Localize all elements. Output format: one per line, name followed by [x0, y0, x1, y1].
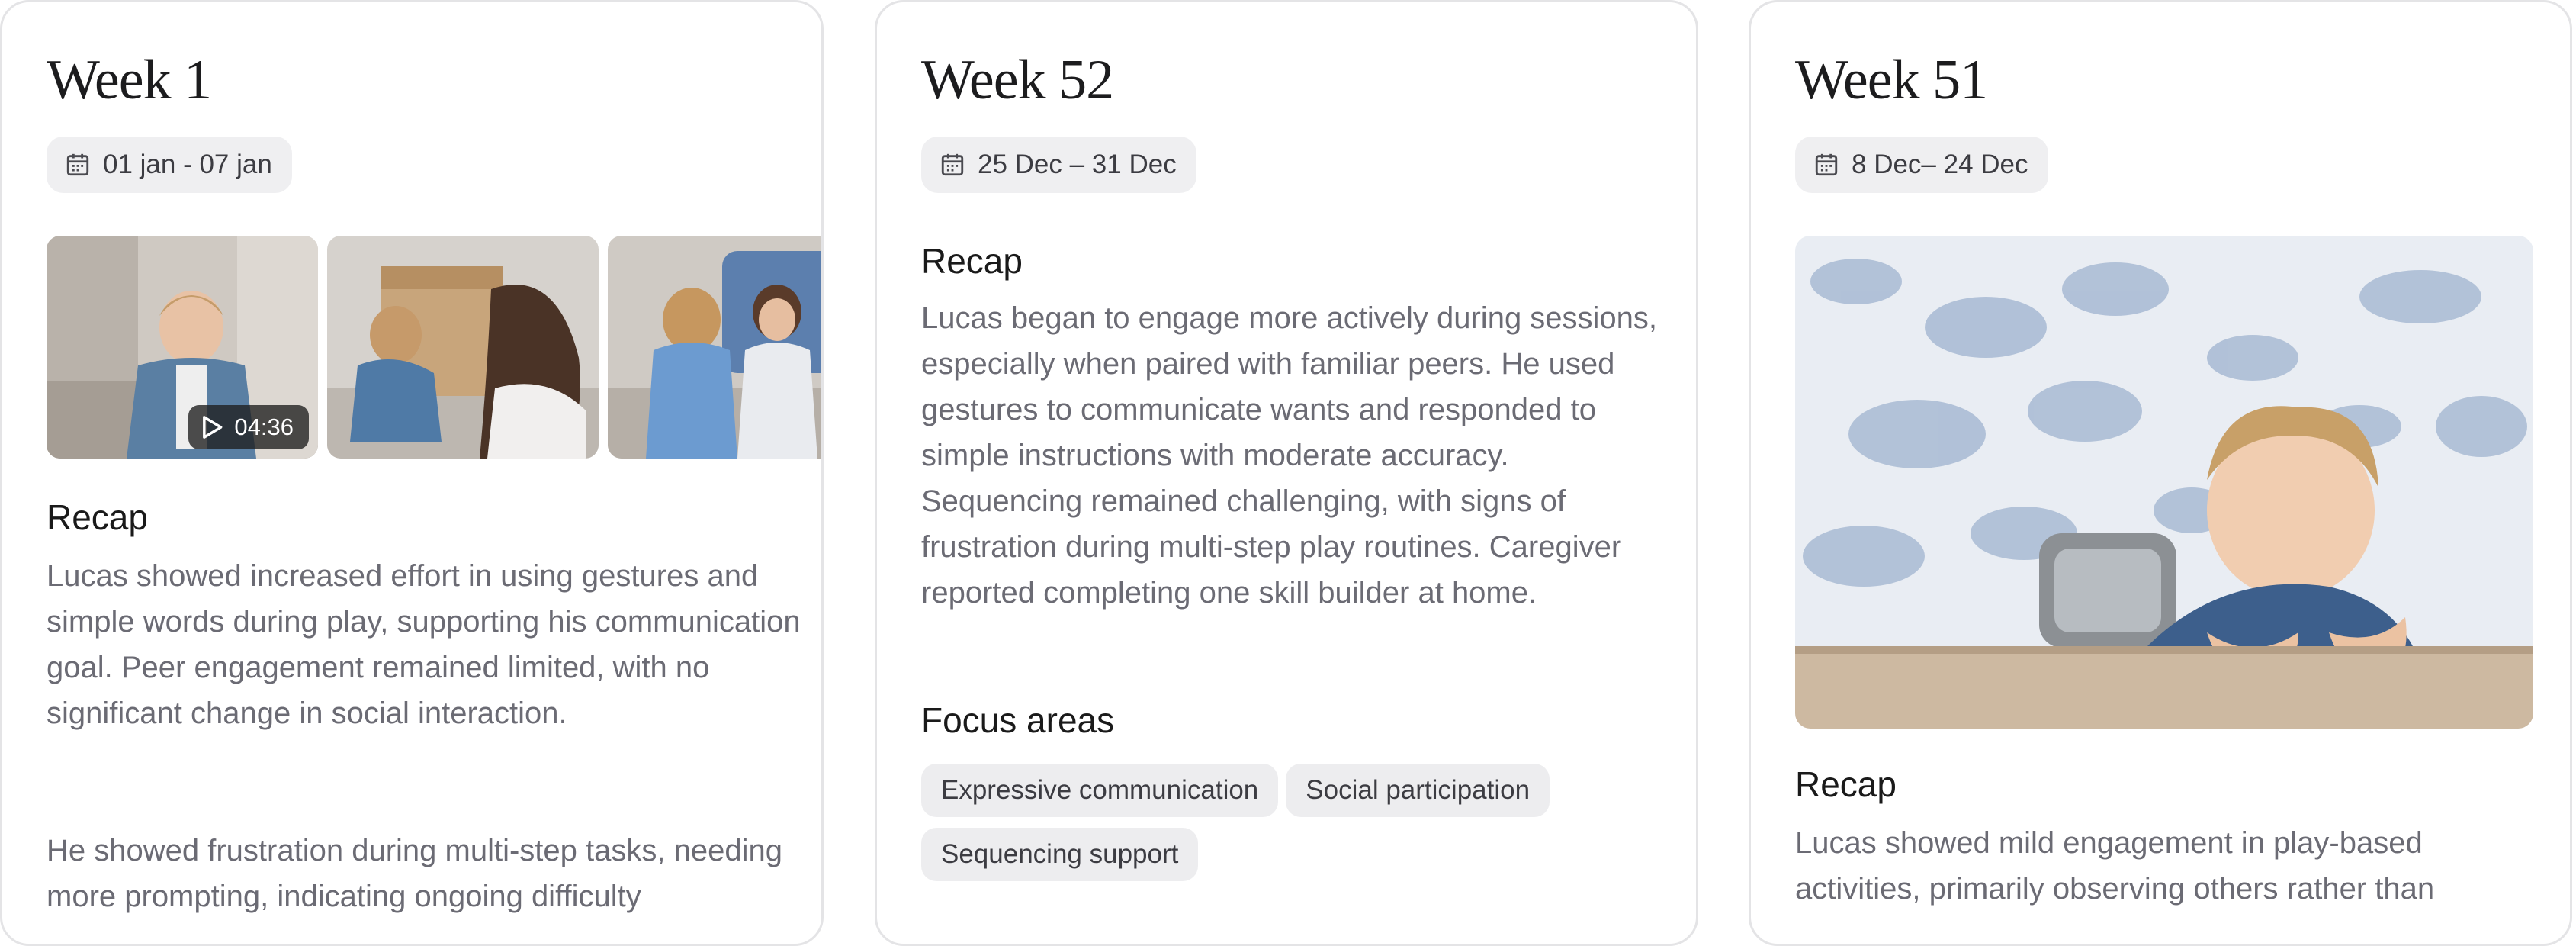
focus-areas-heading: Focus areas: [921, 700, 1115, 740]
week-title: Week 52: [921, 49, 1114, 111]
week-card-1[interactable]: Week 1 01 jan - 07 jan 04:36 Recap Lucas…: [0, 0, 824, 946]
focus-area-chip[interactable]: Social participation: [1286, 764, 1550, 817]
calendar-icon: [66, 153, 89, 176]
date-range-badge: 8 Dec– 24 Dec: [1795, 137, 2048, 193]
recap-text: Lucas began to engage more actively duri…: [921, 301, 1658, 610]
week-card-51[interactable]: Week 51 8 Dec– 24 Dec Recap Lucas showed…: [1749, 0, 2572, 946]
video-duration-badge: 04:36: [188, 405, 309, 449]
calendar-icon: [941, 153, 964, 176]
focus-areas-list: Expressive communication Social participa…: [921, 764, 1669, 892]
date-range-text: 25 Dec – 31 Dec: [978, 150, 1177, 179]
children-sitting-photo: [608, 236, 821, 459]
recap-text-continued: He showed frustration during multi-step …: [47, 834, 782, 913]
recap-text: Lucas showed increased effort in using g…: [47, 559, 801, 730]
recap-text: Lucas showed mild engagement in play-bas…: [1795, 826, 2435, 906]
media-strip[interactable]: 04:36: [47, 236, 821, 459]
date-range-badge: 01 jan - 07 jan: [47, 137, 292, 193]
focus-area-chip[interactable]: Sequencing support: [921, 828, 1199, 881]
date-range-text: 8 Dec– 24 Dec: [1852, 150, 2028, 179]
video-duration: 04:36: [234, 413, 294, 440]
focus-area-chip[interactable]: Expressive communication: [921, 764, 1279, 817]
child-at-table-photo: [1795, 236, 2533, 729]
video-thumbnail[interactable]: 04:36: [47, 236, 318, 459]
date-range-text: 01 jan - 07 jan: [103, 150, 272, 179]
recap-heading: Recap: [47, 497, 148, 537]
recap-heading: Recap: [1795, 764, 1897, 804]
play-icon: [203, 416, 223, 439]
session-photo[interactable]: [1795, 236, 2533, 729]
recap-heading: Recap: [921, 241, 1023, 281]
week-title: Week 1: [47, 49, 212, 111]
week-card-52[interactable]: Week 52 25 Dec – 31 Dec Recap Lucas bega…: [875, 0, 1698, 946]
photo-thumbnail[interactable]: [608, 236, 821, 459]
week-title: Week 51: [1795, 49, 1988, 111]
children-playing-photo: [327, 236, 599, 459]
date-range-badge: 25 Dec – 31 Dec: [921, 137, 1196, 193]
photo-thumbnail[interactable]: [327, 236, 599, 459]
calendar-icon: [1815, 153, 1838, 176]
